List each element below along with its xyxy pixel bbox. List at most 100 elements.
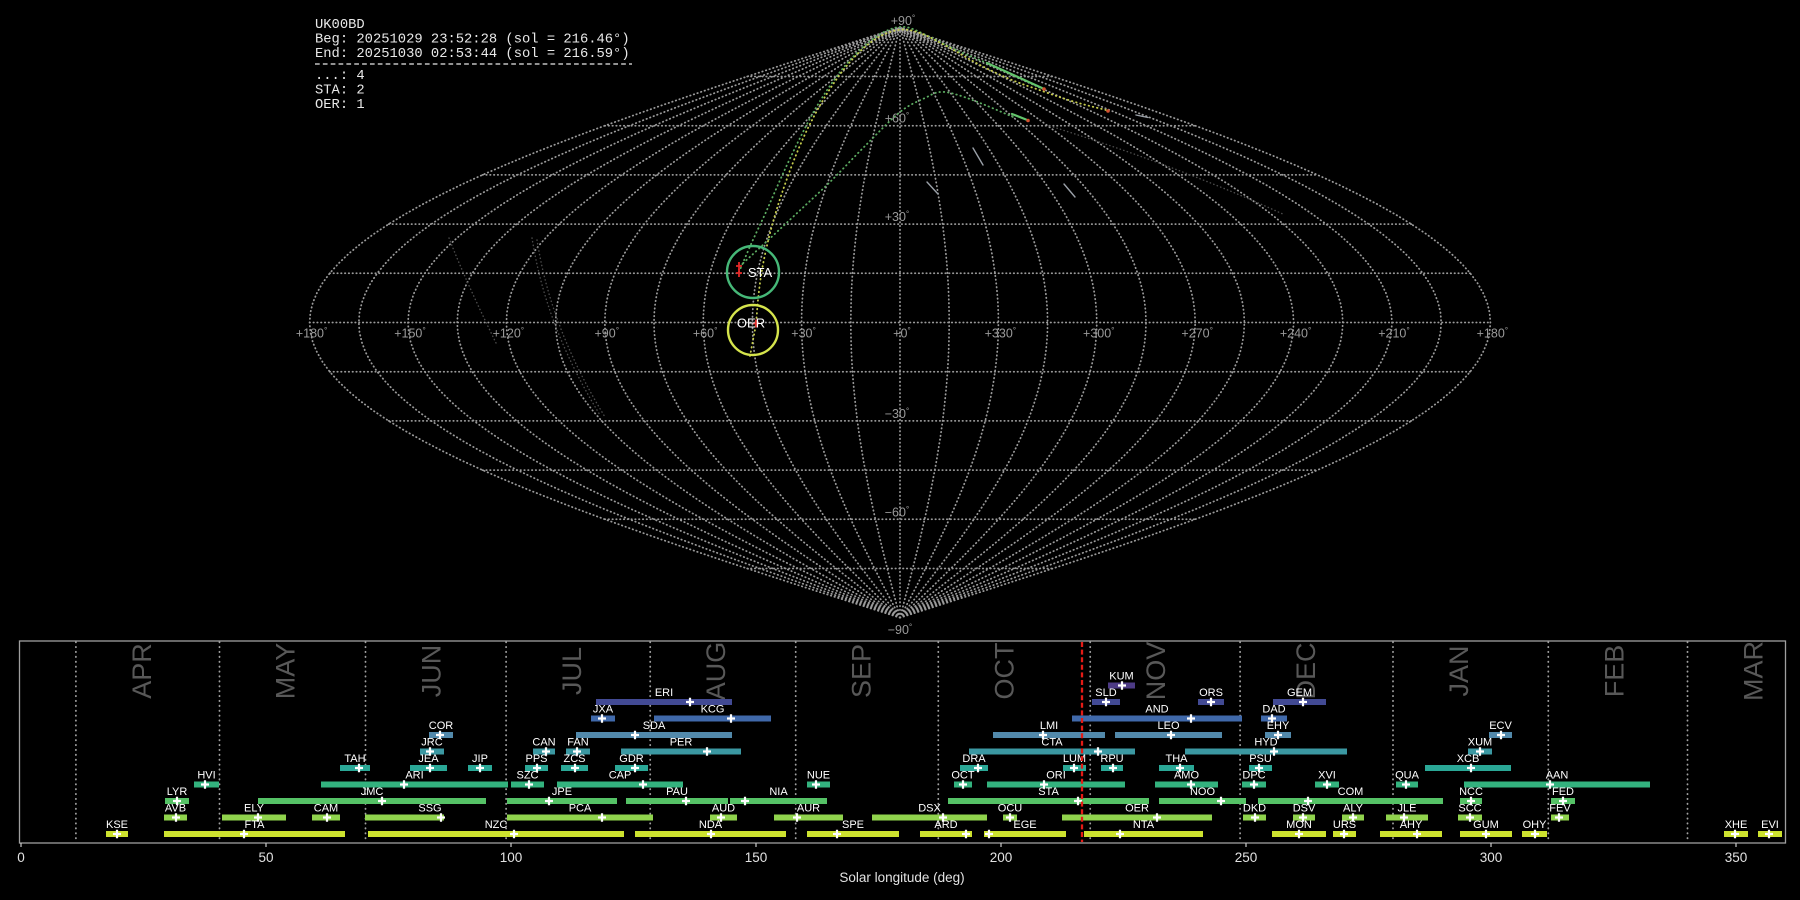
svg-text:−90°: −90°: [888, 622, 913, 638]
svg-text:100: 100: [500, 850, 523, 865]
svg-text:+90°: +90°: [594, 325, 619, 341]
svg-text:NUE: NUE: [807, 770, 830, 782]
svg-text:−30°: −30°: [885, 405, 910, 421]
svg-text:+90°: +90°: [891, 13, 916, 29]
svg-text:ORI: ORI: [1046, 770, 1066, 782]
svg-text:PSU: PSU: [1249, 753, 1272, 765]
svg-text:LYR: LYR: [167, 786, 188, 798]
svg-text:Beg: 20251029 23:52:28 (sol =: Beg: 20251029 23:52:28 (sol = 216.46°): [315, 32, 630, 48]
svg-text:150: 150: [745, 850, 768, 865]
svg-text:JUN: JUN: [417, 645, 447, 698]
svg-text:End: 20251030 02:53:44 (sol =: End: 20251030 02:53:44 (sol = 216.59°): [315, 46, 630, 62]
svg-text:MAY: MAY: [271, 643, 301, 700]
svg-text:CAM: CAM: [314, 803, 338, 815]
svg-text:KCG: KCG: [701, 704, 725, 716]
svg-text:SDA: SDA: [643, 720, 666, 732]
svg-text:SLD: SLD: [1095, 687, 1116, 699]
svg-text:KSE: KSE: [106, 819, 128, 831]
svg-text:GUM: GUM: [1473, 819, 1499, 831]
svg-text:STA: STA: [1038, 786, 1059, 798]
svg-text:EGE: EGE: [1013, 819, 1036, 831]
svg-text:XUM: XUM: [1468, 737, 1492, 749]
svg-text:NCC: NCC: [1459, 786, 1483, 798]
svg-text:ECV: ECV: [1489, 720, 1512, 732]
svg-text:QUA: QUA: [1395, 770, 1420, 782]
svg-text:OCU: OCU: [998, 803, 1023, 815]
svg-text:FEB: FEB: [1599, 645, 1629, 698]
svg-text:DSX: DSX: [918, 803, 941, 815]
svg-text:+270°: +270°: [1181, 325, 1213, 341]
svg-text:URS: URS: [1333, 819, 1356, 831]
svg-text:FAN: FAN: [567, 737, 588, 749]
svg-text:AAN: AAN: [1546, 770, 1569, 782]
svg-text:AUR: AUR: [797, 803, 820, 815]
svg-text:DRA: DRA: [962, 753, 986, 765]
svg-text:JPE: JPE: [552, 786, 572, 798]
svg-text:FEV: FEV: [1549, 803, 1571, 815]
svg-text:STA: 2: STA: 2: [315, 84, 365, 99]
svg-text:0: 0: [17, 850, 25, 865]
svg-text:SEP: SEP: [847, 644, 877, 698]
svg-text:ERI: ERI: [655, 687, 673, 699]
svg-text:OCT: OCT: [951, 770, 975, 782]
svg-text:APR: APR: [127, 643, 157, 699]
svg-text:OER: OER: [737, 316, 765, 331]
svg-text:Solar longitude (deg): Solar longitude (deg): [839, 870, 964, 885]
svg-text:300: 300: [1480, 850, 1503, 865]
svg-text:ZCS: ZCS: [564, 753, 586, 765]
svg-text:+150°: +150°: [394, 325, 426, 341]
svg-text:ALY: ALY: [1343, 803, 1364, 815]
svg-text:COR: COR: [429, 720, 454, 732]
svg-text:TAH: TAH: [344, 753, 365, 765]
svg-text:AUD: AUD: [712, 803, 735, 815]
svg-text:+210°: +210°: [1378, 325, 1410, 341]
svg-text:JMC: JMC: [361, 786, 384, 798]
svg-text:−60°: −60°: [885, 504, 910, 520]
svg-text:CAN: CAN: [532, 737, 555, 749]
svg-text:+60°: +60°: [693, 325, 718, 341]
svg-text:50: 50: [258, 850, 273, 865]
svg-text:AND: AND: [1145, 704, 1168, 716]
svg-text:XHE: XHE: [1725, 819, 1748, 831]
svg-text:MON: MON: [1286, 819, 1312, 831]
svg-text:DKD: DKD: [1243, 803, 1266, 815]
svg-text:+240°: +240°: [1280, 325, 1312, 341]
svg-text:+180°: +180°: [1477, 325, 1509, 341]
svg-text:+30°: +30°: [791, 325, 816, 341]
svg-text:DAD: DAD: [1262, 704, 1285, 716]
svg-text:LEO: LEO: [1157, 720, 1179, 732]
svg-text:OCT: OCT: [989, 643, 1019, 700]
svg-text:XVI: XVI: [1318, 770, 1336, 782]
svg-text:DSV: DSV: [1293, 803, 1316, 815]
svg-text:JLE: JLE: [1398, 803, 1417, 815]
svg-text:HVI: HVI: [197, 770, 215, 782]
svg-text:JRC: JRC: [421, 737, 442, 749]
svg-text:SSG: SSG: [418, 803, 441, 815]
svg-text:+120°: +120°: [493, 325, 525, 341]
svg-text:GDR: GDR: [619, 753, 644, 765]
svg-text:+60°: +60°: [885, 110, 910, 126]
svg-text:...: 4: ...: 4: [315, 69, 365, 84]
svg-text:SZC: SZC: [517, 770, 539, 782]
svg-text:NIA: NIA: [769, 786, 788, 798]
svg-text:JIP: JIP: [472, 753, 488, 765]
svg-text:+180°: +180°: [296, 325, 328, 341]
svg-text:AMO: AMO: [1174, 770, 1200, 782]
svg-text:PAU: PAU: [666, 786, 688, 798]
svg-text:250: 250: [1235, 850, 1258, 865]
svg-text:PCA: PCA: [569, 803, 592, 815]
svg-text:EHY: EHY: [1267, 720, 1290, 732]
svg-text:THA: THA: [1166, 753, 1189, 765]
svg-text:HYD: HYD: [1254, 737, 1277, 749]
svg-text:KUM: KUM: [1109, 671, 1133, 683]
svg-text:PER: PER: [670, 737, 693, 749]
svg-text:200: 200: [990, 850, 1013, 865]
svg-text:JXA: JXA: [593, 704, 614, 716]
svg-text:OER: OER: [1125, 803, 1149, 815]
svg-text:COM: COM: [1338, 786, 1364, 798]
svg-text:MAR: MAR: [1739, 641, 1769, 701]
svg-text:NZC: NZC: [485, 819, 508, 831]
svg-text:ARD: ARD: [934, 819, 957, 831]
svg-text:OER: 1: OER: 1: [315, 98, 365, 113]
svg-text:CAP: CAP: [609, 770, 632, 782]
